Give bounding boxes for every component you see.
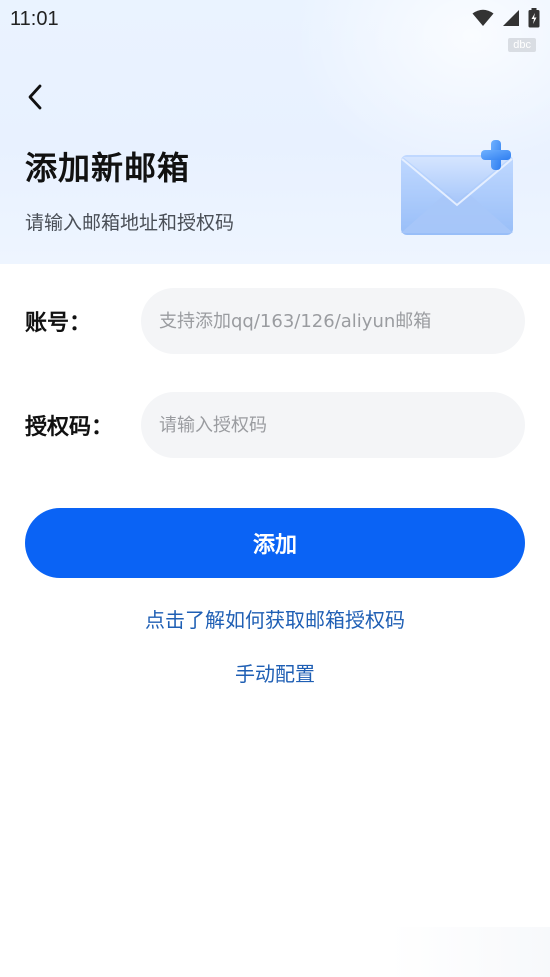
status-icons [472,8,540,28]
battery-charging-icon [528,8,540,28]
back-button[interactable] [18,82,52,116]
status-chip: dbc [508,38,536,52]
page-title: 添加新邮箱 [25,149,191,187]
page-subtitle: 请输入邮箱地址和授权码 [25,212,235,234]
chevron-left-icon [25,83,45,115]
add-button[interactable]: 添加 [25,508,525,578]
wifi-icon [472,9,494,27]
bottom-fade [390,927,550,977]
account-row: 账号： [0,288,550,354]
manual-config-link[interactable]: 手动配置 [0,658,550,687]
status-time: 11:01 [10,8,59,30]
auth-code-input[interactable] [141,392,525,458]
signal-icon [502,9,520,27]
envelope-plus-icon [396,135,521,240]
auth-code-help-link[interactable]: 点击了解如何获取邮箱授权码 [0,604,550,633]
account-input[interactable] [141,288,525,354]
auth-code-label: 授权码： [25,415,114,440]
auth-code-row: 授权码： [0,392,550,458]
status-bar: 11:01 dbc [0,0,550,52]
account-label: 账号： [25,311,92,336]
